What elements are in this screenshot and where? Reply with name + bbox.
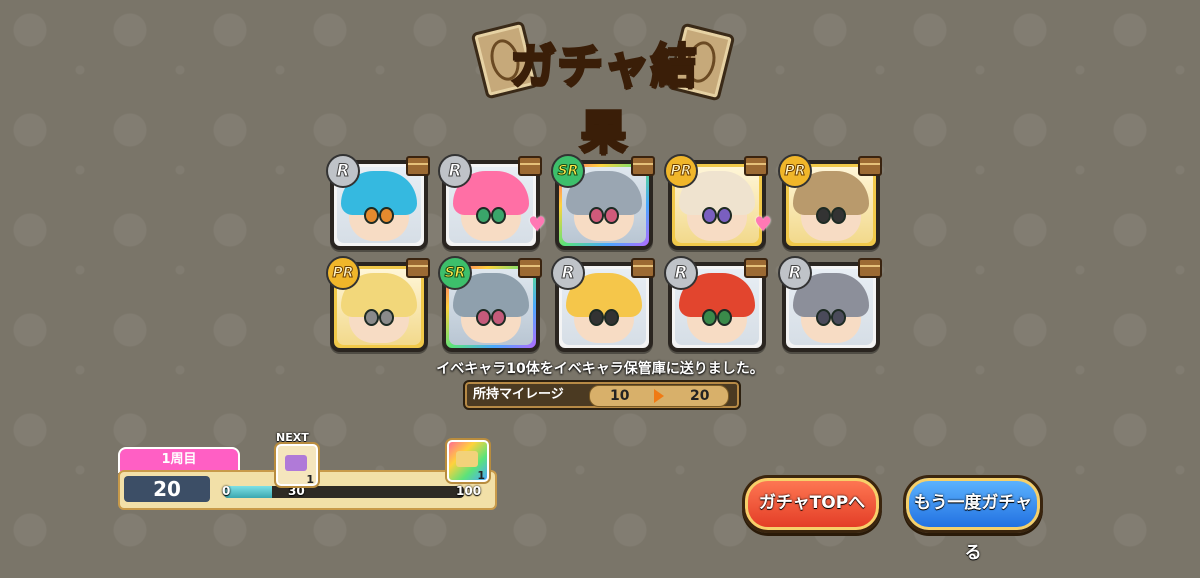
character-eye [816,309,831,326]
rarity-badge: R [778,256,812,290]
rarity-badge: PR [778,154,812,188]
next-label: NEXT [276,431,309,444]
gacha-top-button[interactable]: ガチャTOPへ [742,475,882,533]
final-reward-ticket[interactable]: 1 [447,440,489,482]
progress-track [224,486,464,498]
storage-chest-icon [744,156,768,176]
rarity-badge: PR [664,154,698,188]
character-eye [589,207,604,224]
next-reward-ticket[interactable]: 1 [276,444,318,486]
title-banner: ガチャ結果 [470,18,738,161]
mileage-after: 20 [690,388,710,404]
storage-chest-icon [406,156,430,176]
heart-icon: ♥ [754,212,772,236]
heart-icon: ♥ [528,212,546,236]
rarity-badge: SR [438,256,472,290]
storage-chest-icon [406,258,430,278]
character-eye [717,207,732,224]
character-eye [491,207,506,224]
result-card[interactable]: SR [551,154,655,250]
character-eye [379,207,394,224]
reward-qty: 1 [306,473,314,486]
character-eye [364,309,379,326]
result-message: イベキャラ10体をイベキャラ保管庫に送りました。 [436,361,764,377]
character-eye [476,207,491,224]
character-eye [702,207,717,224]
storage-chest-icon [858,156,882,176]
mileage-values: 10 20 [589,385,729,407]
result-card[interactable]: R [664,256,768,352]
result-card[interactable]: R ♥ [438,154,546,250]
rarity-badge: R [438,154,472,188]
ticket-icon [456,451,478,467]
progress-tick-100: 100 [456,484,482,498]
character-eye [717,309,732,326]
result-card[interactable]: SR [438,256,542,352]
storage-chest-icon [518,258,542,278]
result-card[interactable]: PR [326,256,430,352]
mileage-label: 所持マイレージ [473,387,564,402]
page-title: ガチャ結果 [509,38,699,161]
rarity-badge: PR [326,256,360,290]
rarity-badge: R [551,256,585,290]
rarity-badge: SR [551,154,585,188]
character-eye [702,309,717,326]
progress-count: 20 [124,476,210,502]
character-eye [816,207,831,224]
character-eye [364,207,379,224]
character-eye [604,207,619,224]
result-card[interactable]: PR ♥ [664,154,772,250]
character-eye [476,309,491,326]
storage-chest-icon [518,156,542,176]
ticket-icon [285,455,307,471]
storage-chest-icon [631,156,655,176]
reward-qty: 1 [477,469,485,482]
character-eye [491,309,506,326]
progress-fill [224,486,272,498]
arrow-right-icon [654,389,664,403]
result-card[interactable]: R [778,256,882,352]
character-eye [831,207,846,224]
result-card[interactable]: R [326,154,430,250]
result-card[interactable]: PR [778,154,882,250]
rarity-badge: R [664,256,698,290]
character-eye [604,309,619,326]
gacha-again-button[interactable]: もう一度ガチャる [903,475,1043,563]
character-eye [589,309,604,326]
storage-chest-icon [631,258,655,278]
result-card[interactable]: R [551,256,655,352]
mileage-bar: 所持マイレージ 10 20 [463,380,741,410]
mileage-before: 10 [610,388,630,404]
progress-tick-30: 30 [288,484,305,498]
rarity-badge: R [326,154,360,188]
storage-chest-icon [858,258,882,278]
progress-tick-0: 0 [222,484,231,498]
character-eye [379,309,394,326]
storage-chest-icon [744,258,768,278]
character-eye [831,309,846,326]
